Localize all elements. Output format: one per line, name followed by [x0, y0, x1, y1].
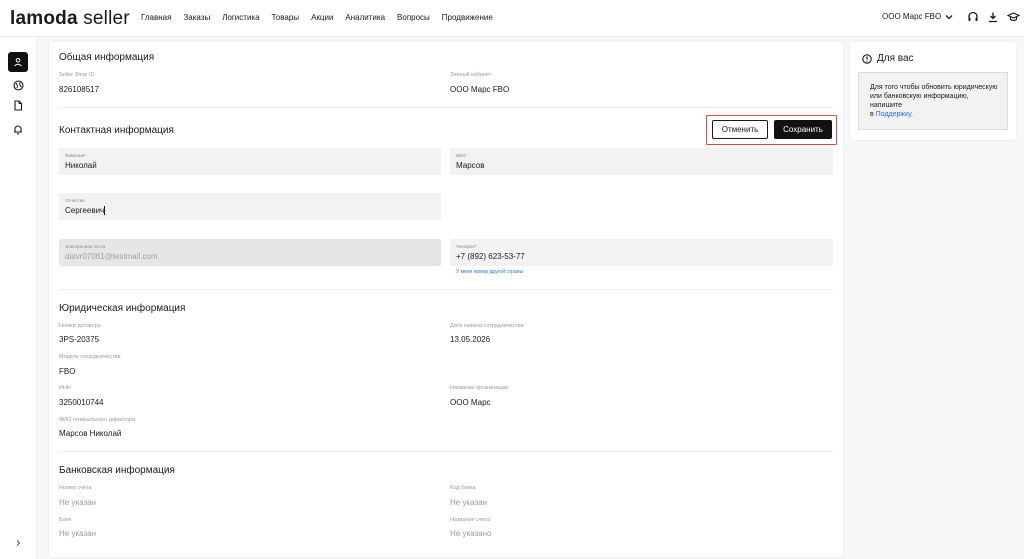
- patronymic-field[interactable]: Отчество Сергеевич: [59, 193, 441, 220]
- divider: [59, 289, 833, 290]
- sidebar-expand[interactable]: [8, 533, 28, 553]
- bank-label: Банк: [59, 517, 72, 523]
- top-icons: [966, 10, 1020, 24]
- section-title-legal: Юридическая информация: [59, 303, 186, 314]
- for-you-title-text: Для вас: [877, 53, 914, 64]
- nav-item-promotion[interactable]: Продвижение: [442, 13, 493, 22]
- org-label: Название организации: [450, 385, 509, 391]
- first-name-value: Марсов: [456, 161, 485, 170]
- phone-value: +7 (892) 623-53-77: [456, 252, 525, 261]
- profile-card: Общая информация Seller Shop ID 82610851…: [49, 42, 843, 557]
- last-name-field[interactable]: Фамилия* Николай: [59, 148, 441, 175]
- patronymic-value: Сергеевич: [65, 206, 106, 216]
- email-label: Электронная почта: [65, 244, 106, 249]
- patronymic-label: Отчество: [65, 198, 85, 203]
- nav-item-analytics[interactable]: Аналитика: [345, 13, 385, 22]
- section-title-bank: Банковская информация: [59, 465, 175, 476]
- action-buttons-highlight: Отменить Сохранить: [706, 115, 837, 145]
- bank-code-value: Не указан: [450, 498, 488, 507]
- director-label: ФИО генерального директора: [59, 417, 136, 423]
- foreign-phone-link[interactable]: У меня номер другой страны: [456, 269, 523, 275]
- last-name-label: Фамилия*: [65, 153, 86, 158]
- cabinet-value: ООО Марс FBO: [450, 85, 510, 94]
- divider: [59, 107, 833, 108]
- info-text-body: Для того чтобы обновить юридическую или …: [870, 84, 998, 109]
- start-date-label: Дата начала сотрудничества: [450, 323, 524, 329]
- nav-item-questions[interactable]: Вопросы: [397, 13, 430, 22]
- save-button[interactable]: Сохранить: [774, 120, 832, 139]
- cancel-button[interactable]: Отменить: [712, 120, 768, 139]
- text-caret: [104, 206, 106, 216]
- phone-label: Телефон*: [456, 244, 477, 249]
- divider: [59, 451, 833, 452]
- nav-item-logistics[interactable]: Логистика: [222, 13, 259, 22]
- sidebar-item-profile[interactable]: [8, 52, 28, 72]
- org-value: ООО Марс: [450, 398, 491, 407]
- model-label: Модель сотрудничества: [59, 354, 121, 360]
- top-bar: lamoda seller Главная Заказы Логистика Т…: [0, 0, 1024, 37]
- contract-label: Номер договора: [59, 323, 101, 329]
- first-name-label: Имя*: [456, 153, 467, 158]
- main-nav: Главная Заказы Логистика Товары Акции Ан…: [141, 13, 505, 22]
- logo-brand: lamoda: [10, 8, 78, 29]
- nav-item-promotions[interactable]: Акции: [311, 13, 333, 22]
- support-link[interactable]: Поддержку.: [876, 111, 913, 118]
- shop-name: ООО Марс FBO: [882, 12, 942, 21]
- email-value: daivr07061@testmail.com: [65, 252, 158, 261]
- nav-item-products[interactable]: Товары: [272, 13, 300, 22]
- chevron-right-icon: [16, 540, 21, 546]
- nav-item-orders[interactable]: Заказы: [183, 13, 210, 22]
- shop-id-value: 826108517: [59, 85, 100, 94]
- graduation-cap-icon[interactable]: [1006, 10, 1020, 24]
- account-label: Номер счёта: [59, 485, 92, 491]
- shop-id-label: Seller Shop ID: [59, 72, 95, 78]
- user-icon: [14, 58, 22, 67]
- info-link-prefix: в: [870, 111, 874, 118]
- patronymic-text: Сергеевич: [65, 206, 105, 215]
- for-you-panel: Для вас Для того чтобы обновить юридичес…: [850, 42, 1016, 140]
- globe-icon: [12, 79, 24, 91]
- chevron-down-icon: [944, 12, 953, 21]
- contract-value: 3PS-20375: [59, 335, 100, 344]
- cabinet-label: Личный кабинет: [450, 72, 492, 78]
- info-box: Для того чтобы обновить юридическую или …: [858, 72, 1008, 130]
- logo[interactable]: lamoda seller: [10, 8, 130, 30]
- model-value: FBO: [59, 367, 76, 376]
- headset-icon[interactable]: [966, 10, 980, 24]
- director-value: Марсов Николай: [59, 429, 122, 438]
- phone-field[interactable]: Телефон* +7 (892) 623-53-77: [450, 239, 833, 266]
- nav-item-home[interactable]: Главная: [141, 13, 171, 22]
- inn-value: 3250010744: [59, 398, 104, 407]
- sidebar: [0, 37, 37, 559]
- section-title-general: Общая информация: [59, 52, 155, 63]
- email-field: Электронная почта daivr07061@testmail.co…: [59, 239, 441, 266]
- section-title-contact: Контактная информация: [59, 125, 174, 136]
- for-you-title: Для вас: [862, 53, 914, 64]
- inn-label: ИНН: [59, 385, 71, 391]
- bell-icon: [14, 125, 22, 134]
- account-name-value: Не указано: [450, 529, 492, 538]
- sidebar-item-globe[interactable]: [8, 75, 28, 95]
- document-icon: [14, 99, 23, 111]
- download-icon[interactable]: [986, 10, 1000, 24]
- sidebar-item-documents[interactable]: [8, 95, 28, 115]
- first-name-field[interactable]: Имя* Марсов: [450, 148, 833, 175]
- bank-value: Не указан: [59, 529, 97, 538]
- account-name-label: Название счета: [450, 517, 491, 523]
- account-value: Не указан: [59, 498, 97, 507]
- info-icon: [862, 53, 872, 64]
- last-name-value: Николай: [65, 161, 97, 170]
- sidebar-item-notifications[interactable]: [8, 119, 28, 139]
- shop-selector[interactable]: ООО Марс FBO: [882, 12, 953, 21]
- logo-suffix: seller: [83, 8, 130, 29]
- bank-code-label: Код банка: [450, 485, 476, 491]
- start-date-value: 13.05.2026: [450, 335, 491, 344]
- info-text: Для того чтобы обновить юридическую или …: [870, 83, 1000, 119]
